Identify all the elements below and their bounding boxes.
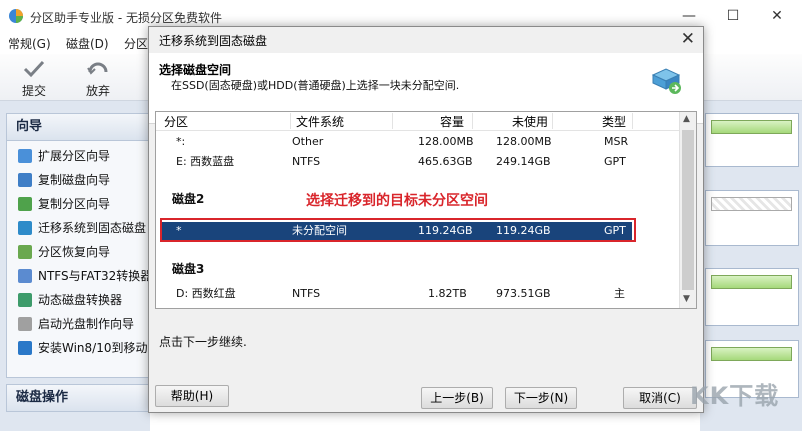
- submit-label: 提交: [21, 84, 46, 98]
- column-divider: [472, 113, 473, 129]
- annotation-text: 选择迁移到的目标未分区空间: [306, 193, 488, 209]
- discard-label: 放弃: [85, 84, 110, 98]
- migrate-icon: [18, 221, 32, 235]
- discard-icon: [87, 62, 108, 75]
- close-icon[interactable]: ✕: [754, 0, 800, 32]
- scroll-up-icon[interactable]: ▲: [683, 114, 690, 124]
- vertical-scrollbar[interactable]: ▲ ▼: [679, 112, 696, 308]
- maximize-icon[interactable]: ☐: [710, 0, 756, 32]
- windows-icon: [18, 341, 32, 355]
- watermark: KK下载: [690, 382, 780, 410]
- dialog-message: 点击下一步继续.: [159, 335, 247, 349]
- column-free[interactable]: 未使用: [512, 114, 548, 130]
- wizard-item[interactable]: 安装Win8/10到移动: [18, 339, 148, 357]
- next-button[interactable]: 下一步(N): [505, 387, 577, 409]
- cell-free: 249.14GB: [496, 155, 551, 168]
- wizard-item-label: 复制磁盘向导: [38, 173, 111, 187]
- migrate-os-dialog: 迁移系统到固态磁盘 ✕ 选择磁盘空间 在SSD(固态硬盘)或HDD(普通硬盘)上…: [148, 26, 704, 413]
- column-divider: [552, 113, 553, 129]
- column-capacity[interactable]: 容量: [440, 114, 464, 130]
- unallocated-bar[interactable]: [711, 197, 792, 211]
- wizard-item-label: 分区恢复向导: [38, 245, 111, 259]
- column-type[interactable]: 类型: [602, 114, 626, 130]
- column-filesystem[interactable]: 文件系统: [296, 114, 344, 130]
- disk-map-card: [705, 113, 799, 167]
- bootcd-icon: [18, 317, 32, 331]
- disk-map-card: [705, 268, 799, 326]
- wizard-item[interactable]: 动态磁盘转换器: [18, 291, 122, 309]
- dialog-close-icon[interactable]: ✕: [681, 27, 695, 51]
- check-icon: [23, 60, 45, 78]
- cell-partition: D: 西数红盘: [176, 287, 236, 300]
- wizard-item-label: 扩展分区向导: [38, 149, 111, 163]
- wizard-item[interactable]: 复制磁盘向导: [18, 171, 110, 189]
- scroll-thumb[interactable]: [682, 130, 694, 290]
- partition-bar[interactable]: [711, 347, 792, 361]
- dialog-title: 迁移系统到固态磁盘: [159, 34, 268, 48]
- wizard-item[interactable]: 迁移系统到固态磁盘: [18, 219, 146, 237]
- column-partition[interactable]: 分区: [164, 114, 188, 130]
- partition-list[interactable]: 分区 文件系统 容量 未使用 类型 *: Other 128.00MB 128.…: [155, 111, 697, 309]
- wizard-item[interactable]: 启动光盘制作向导: [18, 315, 134, 333]
- disk-stack-icon: [651, 68, 681, 94]
- recover-icon: [18, 245, 32, 259]
- list-header: 分区 文件系统 容量 未使用 类型: [156, 112, 680, 131]
- column-divider: [632, 113, 633, 129]
- prev-button[interactable]: 上一步(B): [421, 387, 493, 409]
- column-divider: [290, 113, 291, 129]
- table-row[interactable]: *: Other 128.00MB 128.00MB MSR: [156, 134, 676, 152]
- wizard-item-label: 安装Win8/10到移动: [38, 341, 148, 355]
- copy-disk-icon: [18, 173, 32, 187]
- submit-button[interactable]: 提交: [12, 58, 56, 99]
- table-row[interactable]: E: 西数蓝盘 NTFS 465.63GB 249.14GB GPT: [156, 154, 676, 172]
- partition-bar[interactable]: [711, 275, 792, 289]
- cell-type: MSR: [604, 135, 629, 148]
- wizard-item-label: 复制分区向导: [38, 197, 111, 211]
- highlight-box: [160, 218, 636, 242]
- cell-type: GPT: [604, 155, 626, 168]
- dialog-subheading: 在SSD(固态硬盘)或HDD(普通硬盘)上选择一块未分配空间.: [171, 79, 460, 92]
- wizard-item-label: 启动光盘制作向导: [38, 317, 135, 331]
- convert-icon: [18, 269, 32, 283]
- dynamic-disk-icon: [18, 293, 32, 307]
- app-logo-icon: [9, 9, 23, 23]
- cell-capacity: 1.82TB: [428, 287, 467, 300]
- cell-free: 128.00MB: [496, 135, 552, 148]
- cell-free: 973.51GB: [496, 287, 551, 300]
- wizard-item-label: 动态磁盘转换器: [38, 293, 123, 307]
- wizard-item[interactable]: 分区恢复向导: [18, 243, 110, 261]
- cell-filesystem: NTFS: [292, 287, 321, 300]
- scroll-down-icon[interactable]: ▼: [683, 294, 690, 304]
- menu-disk[interactable]: 磁盘(D): [66, 35, 109, 52]
- wizard-item[interactable]: 复制分区向导: [18, 195, 110, 213]
- cell-capacity: 128.00MB: [418, 135, 474, 148]
- help-button[interactable]: 帮助(H): [155, 385, 229, 407]
- wizard-item[interactable]: NTFS与FAT32转换器: [18, 267, 152, 285]
- cell-type: 主: [614, 287, 625, 300]
- disk-map-card: [705, 190, 799, 246]
- cell-filesystem: Other: [292, 135, 324, 148]
- wizard-panel-title: 向导: [6, 113, 150, 141]
- wizard-item[interactable]: 扩展分区向导: [18, 147, 110, 165]
- menu-partition[interactable]: 分区: [124, 35, 148, 52]
- cell-filesystem: NTFS: [292, 155, 321, 168]
- discard-button[interactable]: 放弃: [76, 58, 120, 99]
- disk2-heading: 磁盘2: [172, 192, 205, 206]
- menu-general[interactable]: 常规(G): [8, 35, 51, 52]
- dialog-heading: 选择磁盘空间: [159, 63, 232, 77]
- cancel-button[interactable]: 取消(C): [623, 387, 697, 409]
- wizard-item-label: NTFS与FAT32转换器: [38, 269, 153, 283]
- cell-partition: E: 西数蓝盘: [176, 155, 235, 168]
- partition-bar[interactable]: [711, 120, 792, 134]
- expand-icon: [18, 149, 32, 163]
- wizard-item-label: 迁移系统到固态磁盘: [38, 221, 147, 235]
- cell-partition: *:: [176, 135, 186, 148]
- cell-capacity: 465.63GB: [418, 155, 473, 168]
- table-row[interactable]: D: 西数红盘 NTFS 1.82TB 973.51GB 主: [156, 286, 676, 304]
- window-title: 分区助手专业版 - 无损分区免费软件: [30, 11, 222, 25]
- column-divider: [392, 113, 393, 129]
- copy-partition-icon: [18, 197, 32, 211]
- disk-ops-panel-title: 磁盘操作: [6, 384, 150, 412]
- disk3-heading: 磁盘3: [172, 262, 205, 276]
